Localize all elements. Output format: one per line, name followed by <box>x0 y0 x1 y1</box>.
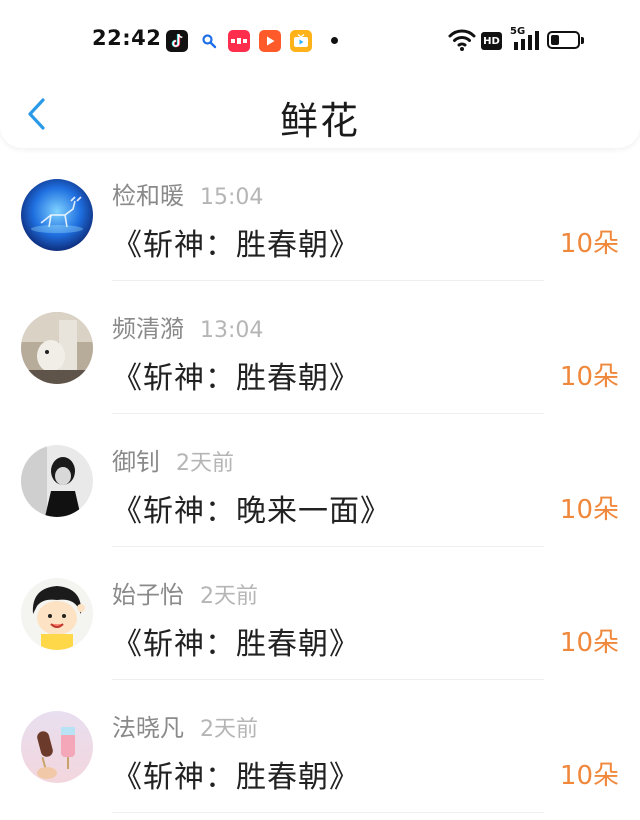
notification-dot <box>331 37 338 44</box>
flower-count: 10朵 <box>559 628 619 658</box>
gift-title: 《斩神：胜春朝》 <box>112 228 360 263</box>
sender-name: 法晓凡 2天前 <box>112 708 258 743</box>
avatar[interactable] <box>21 312 93 384</box>
sender-name-text: 法晓凡 <box>112 714 184 742</box>
tv-app-icon <box>290 30 312 52</box>
flower-count: 10朵 <box>559 495 619 525</box>
send-time: 13:04 <box>200 318 264 343</box>
signal-icon <box>514 31 539 50</box>
hd-badge: HD <box>481 32 502 50</box>
status-bar: 22:42 HD 5G <box>0 0 640 80</box>
list-item[interactable]: 法晓凡 2天前 《斩神：胜春朝》 10朵 <box>0 680 640 813</box>
wifi-icon <box>448 29 476 51</box>
xiaohongshu-icon <box>228 30 250 52</box>
status-time: 22:42 <box>92 26 162 50</box>
battery-icon <box>547 31 580 49</box>
app-header: 22:42 HD 5G 鲜花 <box>0 0 640 148</box>
send-time: 2天前 <box>200 717 258 742</box>
video-play-icon <box>259 30 281 52</box>
divider <box>112 812 544 813</box>
sender-name-text: 御钊 <box>112 448 160 476</box>
tiktok-icon <box>166 30 188 52</box>
gift-title: 《斩神：晚来一面》 <box>112 494 391 529</box>
avatar[interactable] <box>21 445 93 517</box>
battery-fill <box>551 35 559 45</box>
gift-title: 《斩神：胜春朝》 <box>112 627 360 662</box>
list-item[interactable]: 检和暖 15:04 《斩神：胜春朝》 10朵 <box>0 148 640 281</box>
list-item[interactable]: 御钊 2天前 《斩神：晚来一面》 10朵 <box>0 414 640 547</box>
flower-count: 10朵 <box>559 362 619 392</box>
avatar[interactable] <box>21 578 93 650</box>
flower-count: 10朵 <box>559 229 619 259</box>
send-time: 2天前 <box>200 584 258 609</box>
list-item[interactable]: 频清漪 13:04 《斩神：胜春朝》 10朵 <box>0 281 640 414</box>
gift-title: 《斩神：胜春朝》 <box>112 760 360 795</box>
sender-name: 频清漪 13:04 <box>112 309 263 344</box>
avatar[interactable] <box>21 179 93 251</box>
flower-record-list: 检和暖 15:04 《斩神：胜春朝》 10朵 频清漪 13:04 《斩神：胜春朝》 … <box>0 148 640 813</box>
sender-name: 御钊 2天前 <box>112 442 234 477</box>
list-item[interactable]: 始子怡 2天前 《斩神：胜春朝》 10朵 <box>0 547 640 680</box>
send-time: 2天前 <box>176 451 234 476</box>
battery-tip <box>581 37 584 44</box>
avatar[interactable] <box>21 711 93 783</box>
sender-name: 始子怡 2天前 <box>112 575 258 610</box>
sender-name: 检和暖 15:04 <box>112 176 263 211</box>
send-time: 15:04 <box>200 185 264 210</box>
sender-name-text: 始子怡 <box>112 581 184 609</box>
flower-count: 10朵 <box>559 761 619 791</box>
gift-title: 《斩神：胜春朝》 <box>112 361 360 396</box>
search-app-icon <box>198 30 220 52</box>
page-title: 鲜花 <box>279 99 360 143</box>
sender-name-text: 检和暖 <box>112 182 184 210</box>
sender-name-text: 频清漪 <box>112 315 184 343</box>
